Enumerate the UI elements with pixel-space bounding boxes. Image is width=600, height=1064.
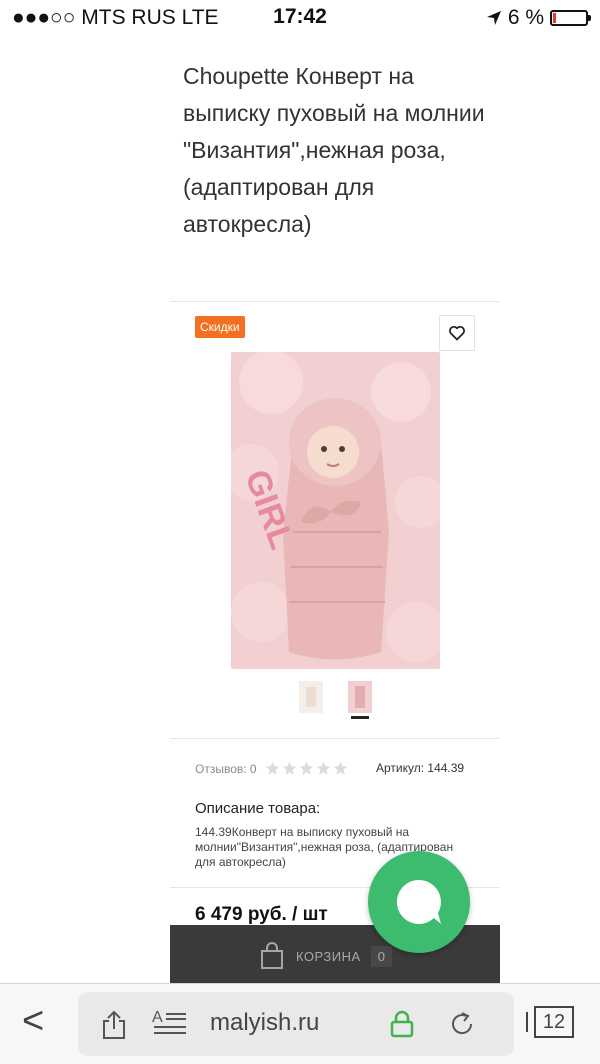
thumbnail-1[interactable] <box>299 681 323 713</box>
reviews-row: Отзывов: 0 <box>195 761 348 776</box>
status-right: 6 % <box>486 6 591 30</box>
svg-text:A: A <box>152 1009 163 1026</box>
reader-icon[interactable]: A <box>152 1008 188 1038</box>
add-to-cart-button[interactable]: КОРЗИНА 0 <box>258 942 392 970</box>
battery-icon <box>550 10 591 26</box>
cart-count: 0 <box>370 945 392 967</box>
sale-badge: Скидки <box>195 316 245 338</box>
product-price: 6 479 руб. / шт <box>195 904 328 925</box>
tabs-button[interactable]: 12 <box>534 1006 574 1038</box>
rating-stars[interactable] <box>265 761 348 776</box>
lock-icon <box>390 1010 414 1038</box>
article-number: Артикул: 144.39 <box>376 761 465 775</box>
star-icon <box>299 761 313 775</box>
description-heading: Описание товара: <box>195 800 321 817</box>
divider <box>170 738 500 739</box>
star-icon <box>333 761 347 775</box>
shopping-bag-icon <box>261 942 283 969</box>
reload-icon[interactable] <box>448 1010 476 1038</box>
chat-button[interactable] <box>368 851 470 953</box>
star-icon <box>265 761 279 775</box>
heart-icon <box>449 325 465 341</box>
star-icon <box>282 761 296 775</box>
thumbnail-2[interactable] <box>348 681 372 713</box>
cart-label: КОРЗИНА <box>296 948 361 964</box>
back-button[interactable]: < <box>22 1002 44 1040</box>
status-bar: ●●●○○ MTS RUS LTE 17:42 6 % <box>0 0 600 36</box>
reviews-count: Отзывов: 0 <box>195 761 257 776</box>
star-icon <box>316 761 330 775</box>
share-icon[interactable] <box>100 1010 128 1040</box>
url-text[interactable]: malyish.ru <box>210 1009 319 1037</box>
location-arrow-icon <box>486 11 501 25</box>
favorite-button[interactable] <box>439 315 475 351</box>
divider <box>170 301 500 302</box>
product-title: Choupette Конверт на выписку пуховый на … <box>183 63 485 237</box>
product-main-image[interactable]: GIRL <box>231 352 440 669</box>
chat-bubble-icon <box>396 879 441 924</box>
tabs-divider <box>526 1012 528 1032</box>
battery-percent: 6 % <box>507 6 544 29</box>
browser-toolbar: < A malyish.ru 12 <box>0 983 600 1064</box>
active-thumbnail-indicator <box>351 716 369 719</box>
